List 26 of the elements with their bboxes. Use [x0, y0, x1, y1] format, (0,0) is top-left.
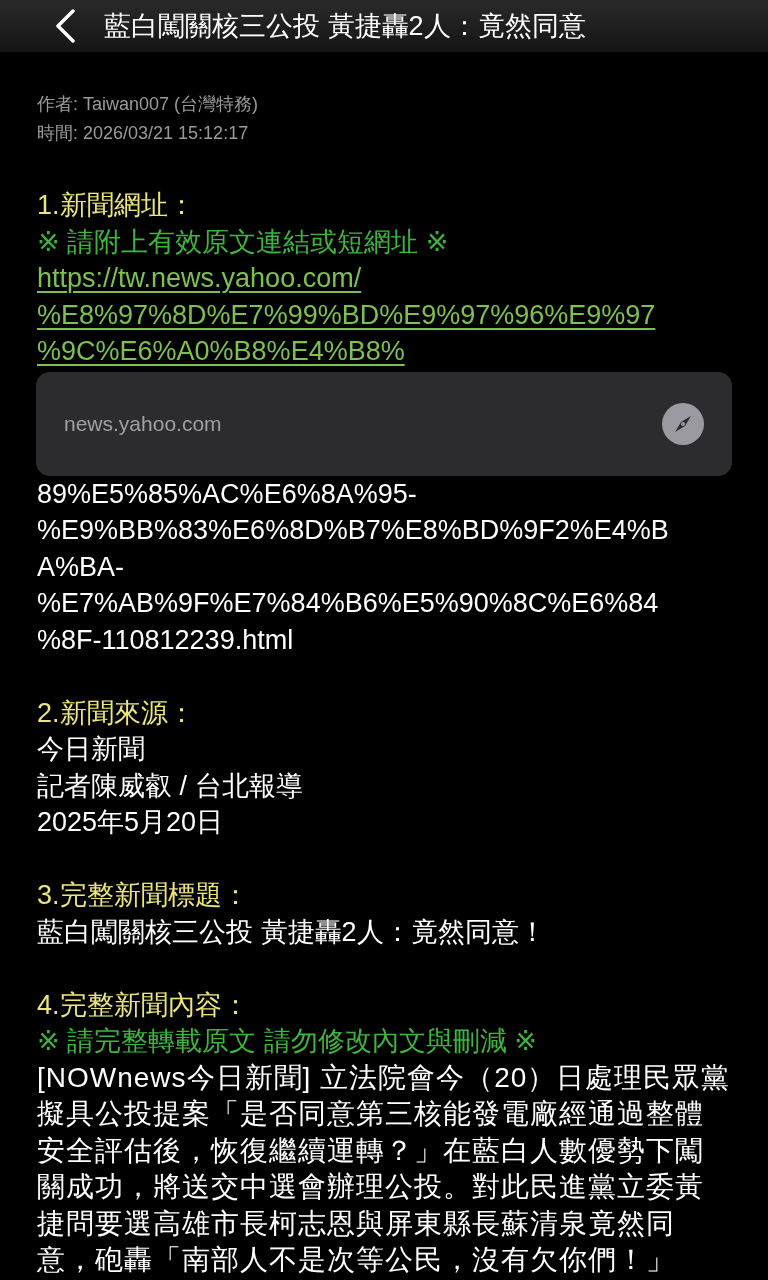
body-text: 2025年5月20日 [37, 806, 224, 839]
article-paragraph: [NOWnews今日新聞] 立法院會今（20）日處理民眾黨擬具公投提案「是否同意第三核能發電廠經通過整體安全評估後，恢復繼續運轉？」在藍白人數優勢下闖關成功，將送交中選會辦理公投。對此民進黨立委黃捷問要選高雄市長柯志恩與屏東縣長蘇清泉竟然同意，砲轟「南部人不是次等公民，沒有欠你們！」 [37, 1060, 731, 1277]
meta-text: 作者: Taiwan007 (台灣特務) [37, 93, 260, 116]
section-heading: 4.完整新聞內容： [37, 988, 250, 1022]
article-title: 藍白闖關核三公投 黃捷轟2人：竟然同意 [104, 10, 586, 43]
url-link[interactable]: %E8%97%8D%E7%99%BD%E9%97%96%E9%97 [37, 296, 656, 333]
section-heading: 3.完整新聞標題： [37, 879, 250, 912]
body-text: %E7%AB%9F%E7%84%B6%E5%90%8C%E6%84 [37, 587, 659, 620]
body-text: A%BA- [37, 550, 125, 584]
body-text: 記者陳威叡 / 台北報導 [37, 769, 303, 803]
link-preview-bar[interactable]: news.yahoo.com [36, 371, 732, 476]
body-text: 89%E5%85%AC%E6%8A%95- [37, 477, 417, 511]
notice-text: ※ 請附上有效原文連結或短網址 ※ [37, 225, 449, 259]
body-text: %8F-110812239.html [37, 623, 294, 657]
body-text: 今日新聞 [37, 733, 145, 766]
back-icon[interactable] [54, 9, 76, 43]
section-heading: 1.新聞網址： [37, 189, 196, 222]
compass-icon[interactable] [662, 402, 704, 445]
url-link[interactable]: https://tw.news.yahoo.com/ [37, 260, 362, 297]
meta-text: 時間: 2026/03/21 15:12:17 [37, 122, 250, 145]
section-heading: 2.新聞來源： [37, 696, 196, 730]
body-text: 藍白闖關核三公投 黃捷轟2人：竟然同意！ [37, 915, 546, 949]
notice-text: ※ 請完整轉載原文 請勿修改內文與刪減 ※ [37, 1025, 537, 1058]
url-link[interactable]: %9C%E6%A0%B8%E4%B8% [37, 333, 405, 370]
body-text: %E9%BB%83%E6%8D%B7%E8%BD%9F2%E4%B [37, 514, 669, 547]
domain-text: news.yahoo.com [64, 411, 222, 436]
